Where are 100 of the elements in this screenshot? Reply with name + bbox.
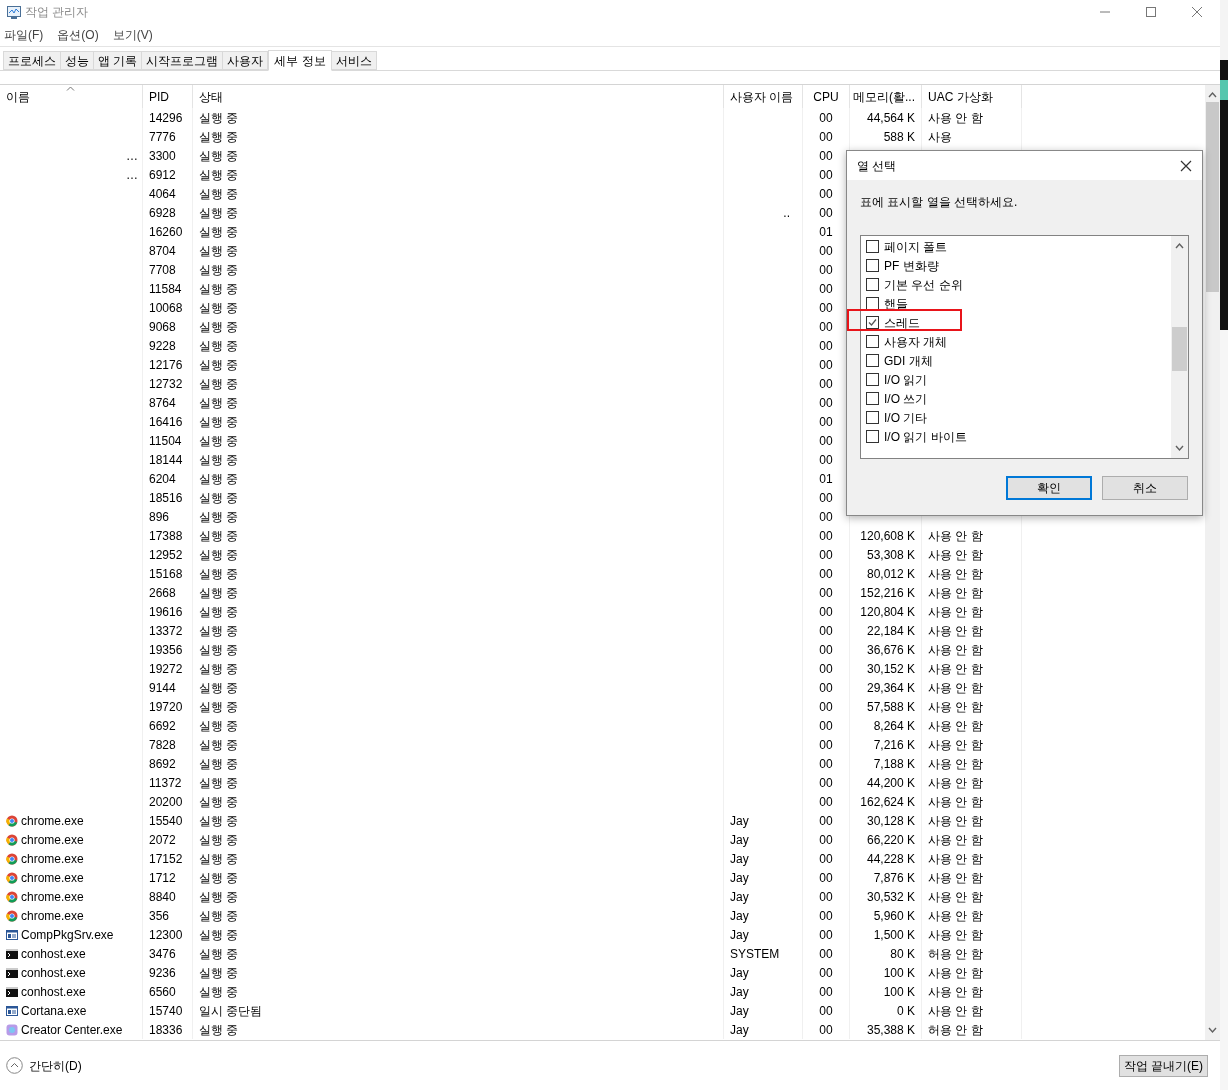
console-icon — [6, 966, 18, 979]
checkbox[interactable] — [866, 392, 879, 405]
table-cell-text: 실행 중 — [199, 470, 239, 488]
table-cell-text: 7828 — [149, 736, 176, 754]
process-name[interactable]: conhost.exe — [21, 963, 86, 982]
table-cell-text: 11504 — [149, 432, 182, 450]
option-label[interactable]: PF 변화량 — [884, 256, 939, 275]
table-cell-text: 사용 안 함 — [928, 603, 983, 621]
table-cell-text: SYSTEM — [730, 945, 780, 963]
checkbox[interactable] — [866, 430, 879, 443]
table-cell-text: 실행 중 — [199, 261, 239, 279]
process-name[interactable]: chrome.exe — [21, 849, 84, 868]
table-cell-text: 실행 중 — [199, 831, 239, 849]
scrollbar-thumb[interactable] — [1206, 102, 1219, 292]
process-name[interactable]: … — [126, 165, 138, 184]
table-cell-text: 162,624 K — [860, 793, 915, 811]
end-task-button[interactable]: 작업 끝내기(E) — [1118, 1054, 1208, 1077]
table-cell-text: 120,608 K — [860, 527, 915, 545]
table-cell-text: 1,500 K — [873, 926, 915, 944]
menu-item[interactable]: 보기(V) — [112, 26, 153, 44]
option-label[interactable]: GDI 개체 — [884, 351, 933, 370]
menu-item[interactable]: 옵션(O) — [57, 26, 99, 44]
table-cell-text: 실행 중 — [199, 679, 239, 697]
scrollbar[interactable] — [1171, 236, 1188, 458]
table-cell-text: 14296 — [149, 109, 183, 127]
column-header[interactable]: 상태 — [193, 85, 724, 108]
tab[interactable]: 사용자 — [222, 51, 269, 70]
process-name[interactable]: chrome.exe — [21, 868, 84, 887]
checkbox[interactable] — [866, 335, 879, 348]
process-name[interactable]: … — [126, 146, 138, 165]
checkbox[interactable] — [866, 316, 879, 329]
table-cell-text: 6204 — [149, 470, 176, 488]
dialog-button[interactable]: 확인 — [1006, 476, 1092, 500]
checkbox[interactable] — [866, 297, 879, 310]
checkbox[interactable] — [866, 411, 879, 424]
table-cell-text: 사용 안 함 — [928, 717, 983, 735]
option-label[interactable]: I/O 읽기 — [884, 370, 928, 389]
process-name[interactable]: chrome.exe — [21, 830, 84, 849]
option-label[interactable]: 스레드 — [884, 313, 920, 332]
process-name[interactable]: chrome.exe — [21, 906, 84, 925]
scrollbar-thumb[interactable] — [1172, 327, 1187, 371]
table-cell-text: 사용 안 함 — [928, 679, 983, 697]
scrollbar[interactable] — [1205, 85, 1220, 1040]
table-cell-text: 00 — [819, 679, 833, 697]
process-name[interactable]: conhost.exe — [21, 982, 86, 1001]
table-cell-text: 16260 — [149, 223, 183, 241]
process-name[interactable]: conhost.exe — [21, 944, 86, 963]
table-cell-text: 사용 안 함 — [928, 527, 983, 545]
table-cell-text: 19720 — [149, 698, 183, 716]
option-label[interactable]: I/O 읽기 바이트 — [884, 427, 967, 446]
tab[interactable]: 시작프로그램 — [141, 51, 224, 70]
table-cell-text: 29,364 K — [866, 679, 915, 697]
menu-item[interactable]: 파일(F) — [4, 26, 44, 44]
checkbox[interactable] — [866, 240, 879, 253]
table-cell-text: 6912 — [149, 166, 176, 184]
dialog-button[interactable]: 취소 — [1102, 476, 1188, 500]
column-header[interactable]: 사용자 이름 — [724, 85, 803, 108]
column-header[interactable]: 이름 — [0, 85, 143, 108]
column-header[interactable]: 메모리(활... — [850, 85, 922, 108]
tab[interactable]: 앱 기록 — [93, 51, 143, 70]
table-cell-text: 17388 — [149, 527, 183, 545]
option-label[interactable]: 기본 우선 순위 — [884, 275, 963, 294]
column-header[interactable]: CPU — [803, 85, 850, 108]
option-label[interactable]: I/O 쓰기 — [884, 389, 928, 408]
process-name[interactable]: chrome.exe — [21, 811, 84, 830]
close-icon[interactable] — [1180, 159, 1192, 172]
table-cell-text: 6560 — [149, 983, 176, 1001]
table-cell-text: Jay — [730, 907, 749, 925]
option-label[interactable]: 사용자 개체 — [884, 332, 948, 351]
table-cell-text: 7,188 K — [873, 755, 915, 773]
process-name[interactable]: CompPkgSrv.exe — [21, 925, 114, 944]
table-cell-text: 실행 중 — [199, 223, 239, 241]
option-label[interactable]: 페이지 폴트 — [884, 237, 948, 256]
collapse-link[interactable]: 간단히(D) — [6, 1056, 82, 1075]
table-cell-text: 허용 안 함 — [928, 945, 983, 963]
table-cell-text: 80 K — [890, 945, 915, 963]
table-cell-text: 8840 — [149, 888, 176, 906]
option-label[interactable]: I/O 기타 — [884, 408, 928, 427]
table-cell-text: 00 — [819, 945, 833, 963]
checkbox[interactable] — [866, 354, 879, 367]
tab[interactable]: 서비스 — [330, 51, 377, 70]
table-cell-text: 00 — [819, 755, 833, 773]
process-name[interactable]: Creator Center.exe — [21, 1020, 123, 1039]
table-cell-text: 12176 — [149, 356, 183, 374]
table-cell-text: 00 — [819, 242, 833, 260]
table-cell-text: 3300 — [149, 147, 176, 165]
process-name[interactable]: Cortana.exe — [21, 1001, 87, 1020]
table-cell-text: 20200 — [149, 793, 183, 811]
table-cell-text: Jay — [730, 926, 749, 944]
tab[interactable]: 세부 정보 — [268, 50, 332, 71]
column-header[interactable]: PID — [143, 85, 193, 108]
column-header[interactable]: UAC 가상화 — [922, 85, 1022, 108]
tab[interactable]: 프로세스 — [3, 51, 61, 70]
checkbox[interactable] — [866, 259, 879, 272]
tab[interactable]: 성능 — [60, 51, 94, 70]
table-cell-text: 00 — [819, 907, 833, 925]
checkbox[interactable] — [866, 278, 879, 291]
checkbox[interactable] — [866, 373, 879, 386]
process-name[interactable]: chrome.exe — [21, 887, 84, 906]
option-label[interactable]: 핸들 — [884, 294, 908, 313]
